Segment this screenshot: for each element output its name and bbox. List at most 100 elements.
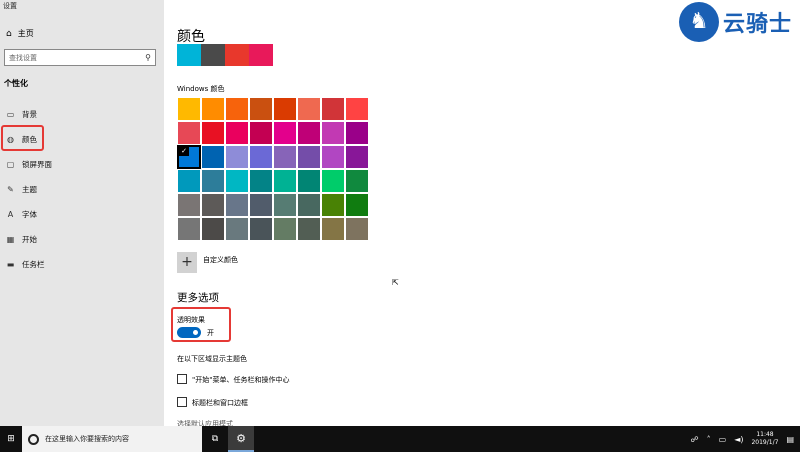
color-swatch[interactable]	[345, 121, 369, 145]
color-swatch[interactable]	[201, 169, 225, 193]
settings-search-input[interactable]: 查找设置 ⚲	[4, 49, 156, 66]
color-swatch[interactable]	[273, 97, 297, 121]
chevron-up-icon[interactable]: ˄	[707, 435, 711, 444]
color-swatch[interactable]	[225, 169, 249, 193]
color-swatch[interactable]	[177, 121, 201, 145]
main-panel: 颜色 Windows 颜色 ✓ + 自定义颜色 更多选项 透明效果 开 在以下区…	[164, 0, 800, 426]
color-swatch[interactable]	[321, 97, 345, 121]
home-icon: ⌂	[6, 28, 12, 39]
notification-icon[interactable]: ▤	[786, 435, 794, 444]
color-swatch[interactable]	[225, 121, 249, 145]
color-swatch[interactable]	[297, 169, 321, 193]
color-swatch[interactable]	[273, 145, 297, 169]
color-swatch[interactable]	[321, 121, 345, 145]
lock-screen-icon: ▢	[6, 160, 15, 169]
color-swatch[interactable]	[225, 193, 249, 217]
color-swatch[interactable]	[321, 169, 345, 193]
color-swatch[interactable]	[225, 217, 249, 241]
sidebar-item-themes[interactable]: ✎ 主题	[6, 184, 37, 195]
color-swatch[interactable]	[249, 193, 273, 217]
font-icon: A	[7, 210, 14, 219]
color-swatch[interactable]	[297, 121, 321, 145]
sidebar-item-label: 字体	[22, 210, 37, 219]
recent-color-swatch[interactable]	[249, 44, 273, 66]
sidebar-item-start[interactable]: ▦ 开始	[6, 234, 37, 245]
custom-color-button[interactable]: +	[177, 252, 197, 273]
custom-color-label[interactable]: 自定义颜色	[203, 255, 238, 265]
color-swatch[interactable]: ✓	[177, 145, 201, 169]
sidebar-item-fonts[interactable]: A 字体	[6, 209, 37, 220]
color-swatch[interactable]	[201, 193, 225, 217]
start-taskbar-checkbox-label[interactable]: "开始"菜单、任务栏和操作中心	[192, 375, 289, 385]
color-swatch[interactable]	[297, 145, 321, 169]
sidebar-item-label: 开始	[22, 235, 37, 244]
recent-color-swatch[interactable]	[225, 44, 249, 66]
more-options-title: 更多选项	[177, 292, 219, 304]
color-swatch[interactable]	[273, 169, 297, 193]
color-swatch[interactable]	[345, 193, 369, 217]
color-swatch[interactable]	[225, 97, 249, 121]
color-swatch[interactable]	[177, 217, 201, 241]
image-icon: ▭	[6, 110, 15, 119]
sidebar: 设置 ⌂ 主页 查找设置 ⚲ 个性化 ▭ 背景 ◍ 颜色 ▢ 锁屏界面 ✎ 主题…	[0, 0, 164, 426]
volume-icon[interactable]: ◄)	[734, 435, 743, 444]
color-swatch[interactable]	[345, 169, 369, 193]
color-swatch[interactable]	[177, 169, 201, 193]
taskbar-search-box[interactable]: 在这里输入你要搜索的内容	[22, 426, 202, 452]
color-swatch[interactable]	[297, 193, 321, 217]
highlight-box	[171, 307, 231, 342]
color-swatch[interactable]	[249, 169, 273, 193]
horse-rider-icon: ♞	[678, 2, 719, 42]
sidebar-item-background[interactable]: ▭ 背景	[6, 109, 37, 120]
task-view-icon[interactable]: ⧉	[202, 426, 228, 452]
color-swatch[interactable]	[321, 145, 345, 169]
color-swatch[interactable]	[249, 121, 273, 145]
color-swatch[interactable]	[225, 145, 249, 169]
color-swatch[interactable]	[321, 193, 345, 217]
titlebar-checkbox[interactable]	[177, 397, 187, 407]
home-label: 主页	[17, 29, 34, 38]
clock-time: 11:48	[756, 431, 774, 438]
color-swatch[interactable]	[273, 121, 297, 145]
color-swatch[interactable]	[345, 217, 369, 241]
color-swatch[interactable]	[321, 217, 345, 241]
color-swatch[interactable]	[249, 145, 273, 169]
taskbar-icon: ▬	[6, 260, 15, 269]
color-swatch[interactable]	[177, 193, 201, 217]
clock-date: 2019/1/7	[751, 439, 779, 446]
color-swatch[interactable]	[297, 217, 321, 241]
search-icon: ⚲	[145, 53, 151, 62]
window-title: 设置	[3, 2, 17, 10]
recent-color-swatch[interactable]	[177, 44, 201, 66]
sidebar-item-taskbar[interactable]: ▬ 任务栏	[6, 259, 45, 270]
color-swatch[interactable]	[273, 193, 297, 217]
sidebar-item-lockscreen[interactable]: ▢ 锁屏界面	[6, 159, 52, 170]
titlebar-checkbox-label[interactable]: 标题栏和窗口边框	[192, 398, 248, 408]
system-tray: ☍ ˄ ▭ ◄) 11:48 2019/1/7 ▤	[691, 426, 794, 452]
color-swatch[interactable]	[345, 145, 369, 169]
recent-color-swatch[interactable]	[201, 44, 225, 66]
color-swatch[interactable]	[249, 97, 273, 121]
color-swatch[interactable]	[201, 121, 225, 145]
windows-start-icon[interactable]: ⊞	[0, 426, 22, 452]
color-swatch[interactable]	[345, 97, 369, 121]
color-swatch[interactable]	[273, 217, 297, 241]
mouse-cursor-icon: ⇱	[392, 278, 399, 287]
settings-app-icon[interactable]: ⚙	[228, 426, 254, 452]
color-swatch[interactable]	[201, 217, 225, 241]
color-swatch[interactable]	[297, 97, 321, 121]
taskbar: ⊞ 在这里输入你要搜索的内容 ⧉ ⚙ ☍ ˄ ▭ ◄) 11:48 2019/1…	[0, 426, 800, 452]
color-swatch[interactable]	[249, 217, 273, 241]
recent-colors	[177, 44, 273, 66]
network-icon[interactable]: ▭	[719, 435, 727, 444]
home-link[interactable]: ⌂ 主页	[6, 28, 34, 39]
brush-icon: ✎	[7, 185, 14, 194]
highlight-box	[1, 125, 44, 151]
color-swatch[interactable]	[201, 145, 225, 169]
start-taskbar-checkbox[interactable]	[177, 374, 187, 384]
sidebar-item-label: 主题	[22, 185, 37, 194]
people-icon[interactable]: ☍	[691, 435, 699, 444]
color-swatch[interactable]	[177, 97, 201, 121]
clock[interactable]: 11:48 2019/1/7	[751, 431, 778, 447]
color-swatch[interactable]	[201, 97, 225, 121]
